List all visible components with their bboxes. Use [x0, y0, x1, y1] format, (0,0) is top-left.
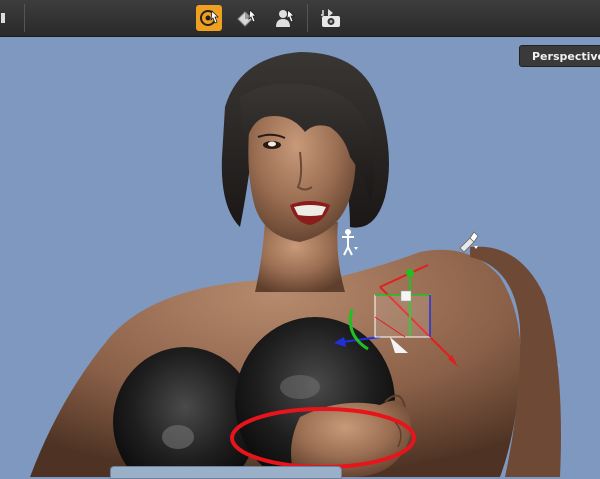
universal-tool-button[interactable] [196, 5, 222, 31]
bottom-panel-tab[interactable] [110, 466, 342, 479]
surface-selection-button[interactable] [234, 5, 260, 31]
render-button[interactable] [318, 5, 344, 31]
main-toolbar [0, 0, 600, 37]
node-selection-button[interactable] [272, 5, 298, 31]
render-icon [321, 9, 340, 27]
scene-canvas[interactable] [0, 37, 600, 477]
node-selection-icon [276, 9, 295, 27]
toolbar-separator [24, 4, 25, 32]
gizmo-scale-handle[interactable] [400, 290, 412, 302]
figure-model[interactable] [30, 222, 561, 477]
camera-label: Perspective [532, 49, 600, 63]
camera-selector-button[interactable]: Perspective [519, 45, 600, 67]
surface-selection-icon [237, 9, 257, 27]
figure-head[interactable] [221, 52, 389, 242]
toolbar-separator [307, 4, 308, 32]
figure-node-marker-icon[interactable] [342, 229, 358, 256]
universal-tool-icon [200, 10, 219, 26]
gizmo-plane-handle[interactable] [374, 294, 431, 338]
toolbar-edge-icon[interactable] [0, 5, 10, 31]
3d-viewport[interactable] [0, 37, 600, 477]
